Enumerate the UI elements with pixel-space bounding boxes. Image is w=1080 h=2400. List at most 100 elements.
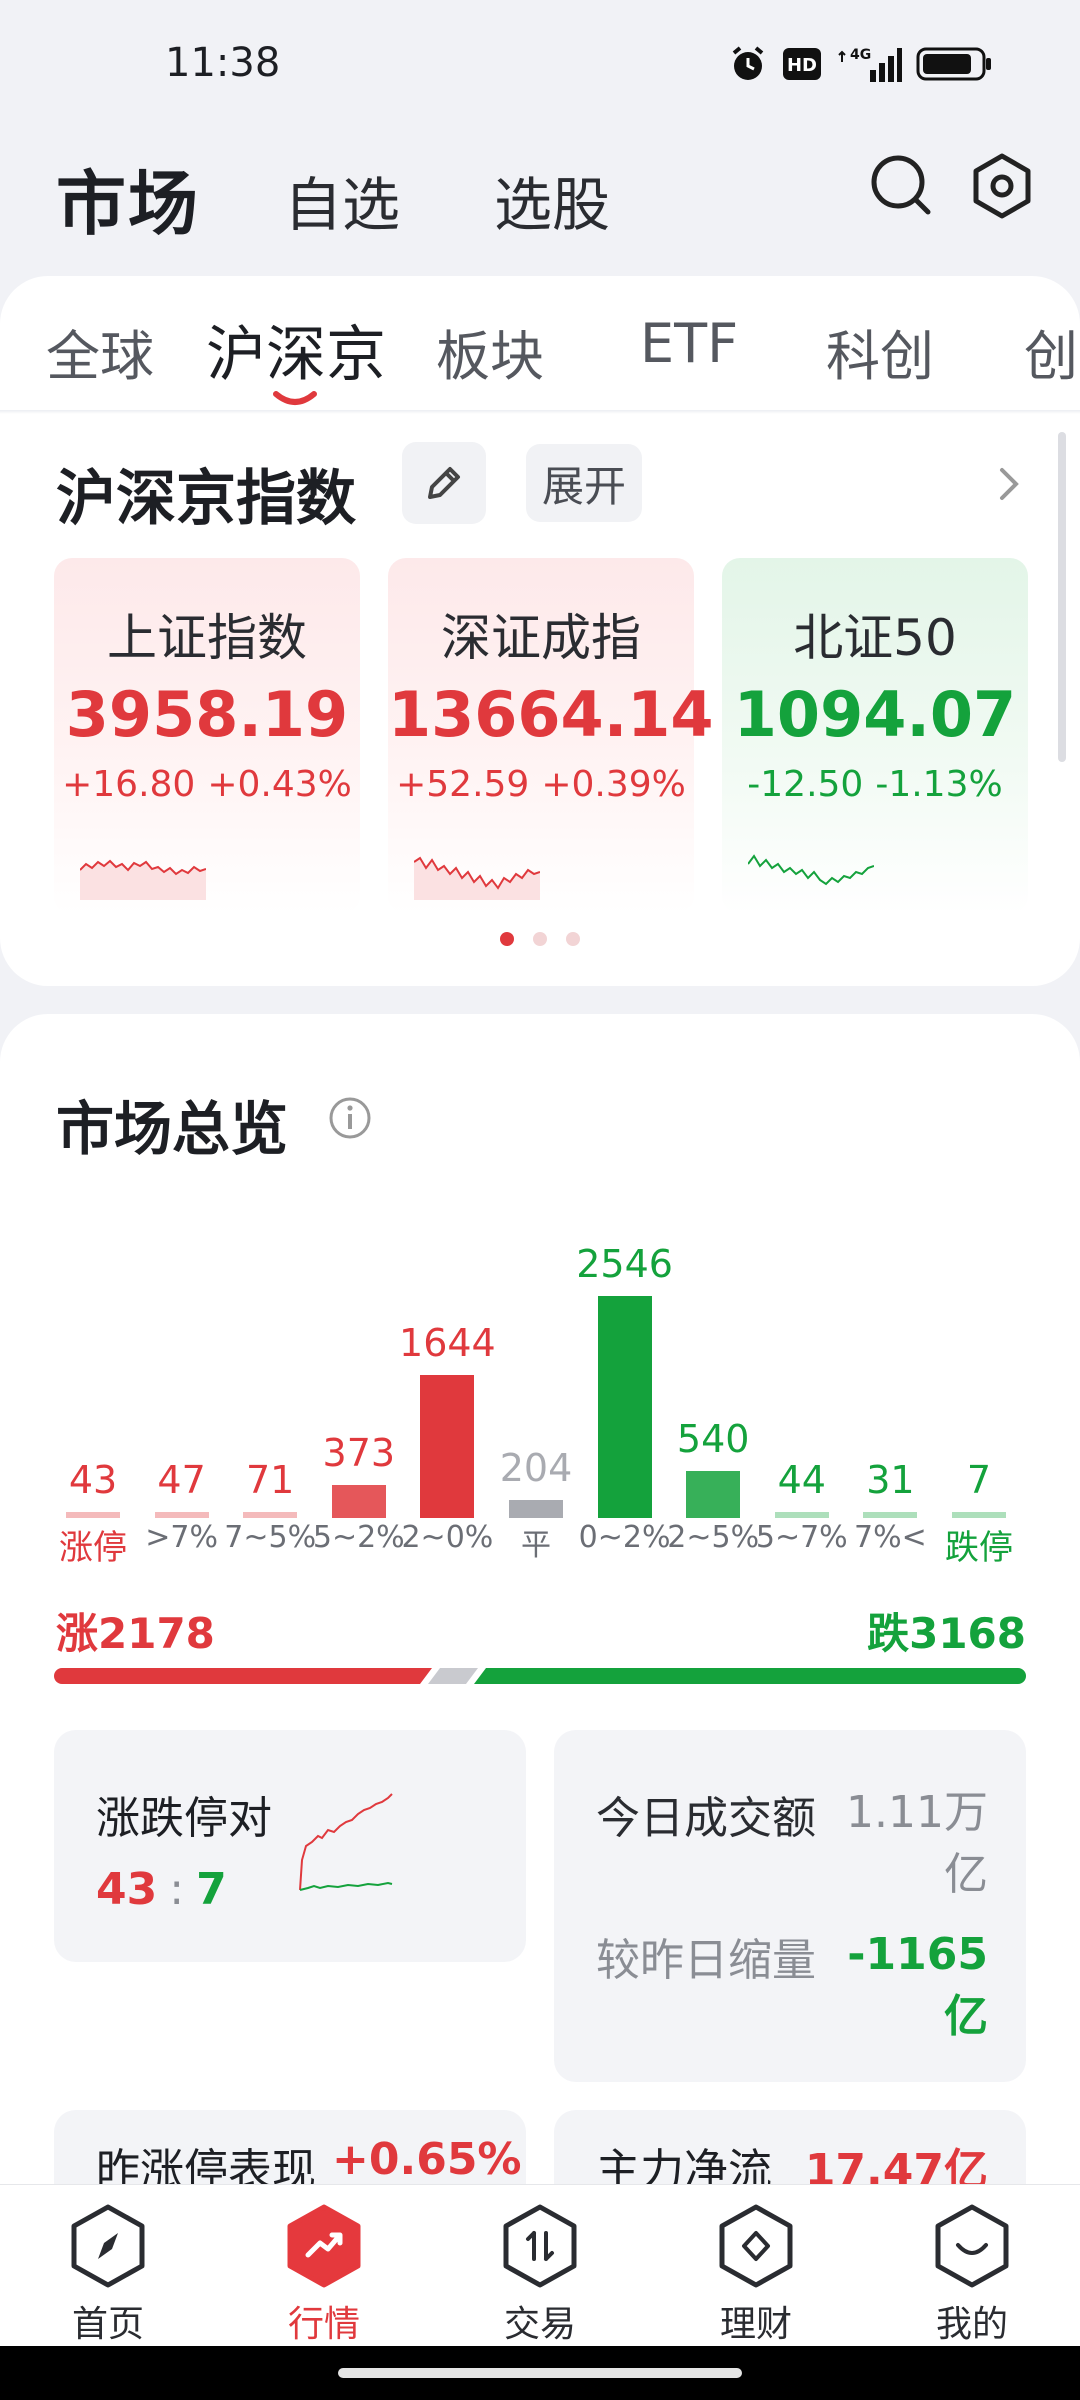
pencil-icon (428, 467, 460, 499)
distribution-bar (509, 1500, 563, 1518)
distribution-bar-label: 2~0% (401, 1520, 494, 1555)
active-tab-indicator (272, 390, 318, 408)
pager-dot-2[interactable] (533, 932, 547, 946)
search-icon[interactable] (868, 152, 936, 220)
distribution-bar-label: 平 (521, 1528, 551, 1563)
chevron-right-icon[interactable] (994, 462, 1024, 506)
subtab-chinext[interactable]: 创 (1024, 312, 1078, 391)
nav-label: 行情 (287, 2304, 360, 2345)
index-value: 3958.19 (65, 678, 349, 751)
distribution-bar-label: >7% (145, 1520, 218, 1555)
distribution-bar-column: 540 (676, 1417, 750, 1518)
info-icon[interactable] (328, 1096, 372, 1140)
bottom-nav: 首页 行情 交易 理财 我的 (0, 2184, 1080, 2346)
distribution-bar (686, 1471, 741, 1518)
distribution-bar-column: 1644 (399, 1321, 496, 1518)
distribution-bar-value: 373 (322, 1431, 396, 1475)
index-change-pct: +0.39% (541, 764, 686, 805)
distribution-bar-value: 2546 (576, 1242, 673, 1286)
limit-pair-sparkline (299, 1793, 393, 1891)
rise-total: 涨2178 (56, 1609, 215, 1658)
nav-profile[interactable]: 我的 (902, 2203, 1042, 2347)
signal-icon: 4G (836, 44, 902, 84)
limit-pair-values: 43:7 (96, 1864, 227, 1915)
volume-change-label: 较昨日缩量 (596, 1935, 816, 1986)
index-change: +16.80 (62, 764, 196, 805)
distribution-bar (774, 1512, 829, 1518)
index-card-beizheng50[interactable]: 北证50 1094.07 -12.50 -1.13% (722, 558, 1028, 914)
distribution-bar-label: 涨停 (59, 1528, 127, 1568)
status-icons: HD 4G (728, 44, 992, 84)
distribution-bar (154, 1512, 209, 1518)
distribution-bar-label: 0~2% (578, 1520, 671, 1555)
index-name: 北证50 (793, 609, 957, 667)
nav-label: 我的 (935, 2304, 1008, 2345)
nav-wealth[interactable]: 理财 (686, 2203, 826, 2347)
distribution-bar-value: 204 (499, 1446, 573, 1490)
index-sparkline (414, 856, 540, 900)
distribution-bar-value: 7 (966, 1458, 992, 1502)
nav-market[interactable]: 行情 (254, 2203, 394, 2347)
tab-watchlist[interactable]: 自选 (284, 158, 400, 242)
distribution-bar-column: 373 (322, 1431, 396, 1518)
nav-label: 交易 (503, 2304, 576, 2345)
market-trend-icon (287, 2204, 361, 2288)
index-change: +52.59 (396, 764, 530, 805)
compass-icon (71, 2204, 145, 2288)
nav-label: 首页 (71, 2304, 144, 2345)
tab-stock-picker[interactable]: 选股 (494, 158, 610, 242)
distribution-bar (243, 1512, 298, 1518)
subtab-star-market[interactable]: 科创 (826, 312, 934, 391)
index-change: -12.50 (747, 764, 864, 805)
subtab-global[interactable]: 全球 (46, 312, 154, 391)
home-indicator[interactable] (338, 2368, 742, 2378)
distribution-bar-label: 7%< (854, 1520, 927, 1555)
settings-icon[interactable] (968, 152, 1036, 220)
index-card-shenzhen[interactable]: 深证成指 13664.14 +52.59 +0.39% (388, 558, 714, 914)
limit-up-count: 43 (96, 1864, 158, 1915)
pager-dot-1[interactable] (500, 932, 514, 946)
scrollbar[interactable] (1058, 432, 1066, 762)
wealth-diamond-icon (719, 2204, 793, 2288)
distribution-bar-value: 1644 (399, 1321, 496, 1365)
subtab-sectors[interactable]: 板块 (436, 312, 544, 391)
index-card-shanghai[interactable]: 上证指数 3958.19 +16.80 +0.43% (54, 558, 360, 914)
index-name: 上证指数 (107, 609, 307, 667)
hd-icon: HD (782, 44, 822, 84)
profile-smile-icon (935, 2204, 1009, 2288)
volume-change-value: -1165亿 (847, 1929, 988, 2042)
distribution-bar-label: 7~5% (224, 1520, 317, 1555)
distribution-bar-column: 2546 (576, 1242, 673, 1518)
distribution-bar (66, 1512, 120, 1518)
pager-dot-3[interactable] (566, 932, 580, 946)
distribution-bar-column: 43 (56, 1458, 130, 1518)
subtab-etf[interactable]: ETF (640, 312, 738, 375)
nav-trade[interactable]: 交易 (470, 2203, 610, 2347)
index-sparkline (80, 859, 206, 900)
alarm-icon (728, 44, 768, 84)
index-name: 深证成指 (441, 609, 641, 667)
overview-title: 市场总览 (56, 1095, 289, 1163)
nav-home[interactable]: 首页 (38, 2203, 178, 2347)
limit-pair-card[interactable] (54, 1730, 526, 1962)
rise-fall-ratio-bar (54, 1668, 1026, 1684)
indices-title: 沪深京指数 (56, 464, 356, 534)
distribution-bar-value: 540 (676, 1417, 750, 1461)
battery-icon (916, 44, 992, 84)
limit-down-count: 7 (196, 1864, 227, 1915)
distribution-bar (420, 1375, 475, 1518)
subtab-hushenjing[interactable]: 沪深京 (206, 306, 386, 393)
distribution-bar-label: 5~7% (755, 1520, 848, 1555)
distribution-bar-column: 204 (499, 1446, 573, 1518)
distribution-bar-label: 5~2% (312, 1520, 405, 1555)
hd-label: HD (787, 55, 817, 76)
status-time: 11:38 (165, 40, 281, 86)
trade-arrows-icon (503, 2204, 577, 2288)
fall-total: 跌3168 (867, 1609, 1026, 1658)
distribution-bar-label: 跌停 (945, 1528, 1013, 1568)
edit-button[interactable] (402, 442, 486, 524)
index-value: 1094.07 (733, 678, 1017, 751)
expand-button[interactable]: 展开 (526, 444, 642, 522)
nav-label: 理财 (719, 2304, 792, 2345)
distribution-bar-label: 2~5% (667, 1520, 760, 1555)
